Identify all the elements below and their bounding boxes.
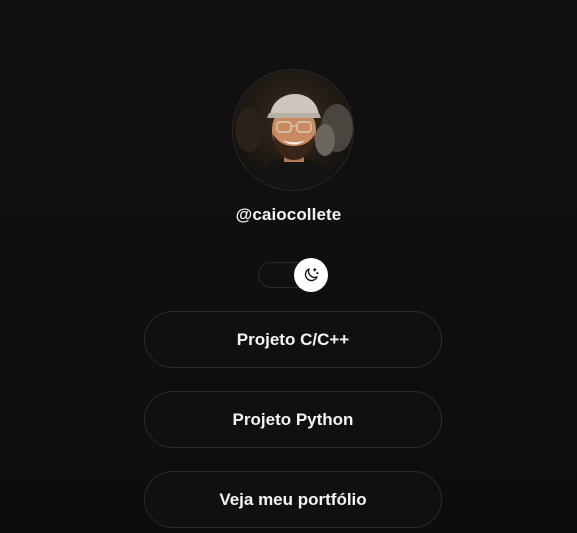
moon-sparkle-icon (304, 268, 319, 282)
link-button-projeto-python[interactable]: Projeto Python (144, 391, 442, 448)
profile-handle: @caiocollete (235, 205, 342, 224)
toggle-knob[interactable] (294, 258, 328, 292)
link-button-portfolio[interactable]: Veja meu portfólio (144, 471, 442, 528)
link-button-label: Veja meu portfólio (219, 489, 367, 509)
link-button-label: Projeto C/C++ (236, 329, 350, 349)
link-button-label: Projeto Python (232, 409, 354, 429)
avatar-photo (233, 70, 353, 190)
link-button-projeto-c-cpp[interactable]: Projeto C/C++ (144, 311, 442, 368)
theme-toggle[interactable] (258, 258, 328, 292)
avatar (232, 69, 354, 191)
